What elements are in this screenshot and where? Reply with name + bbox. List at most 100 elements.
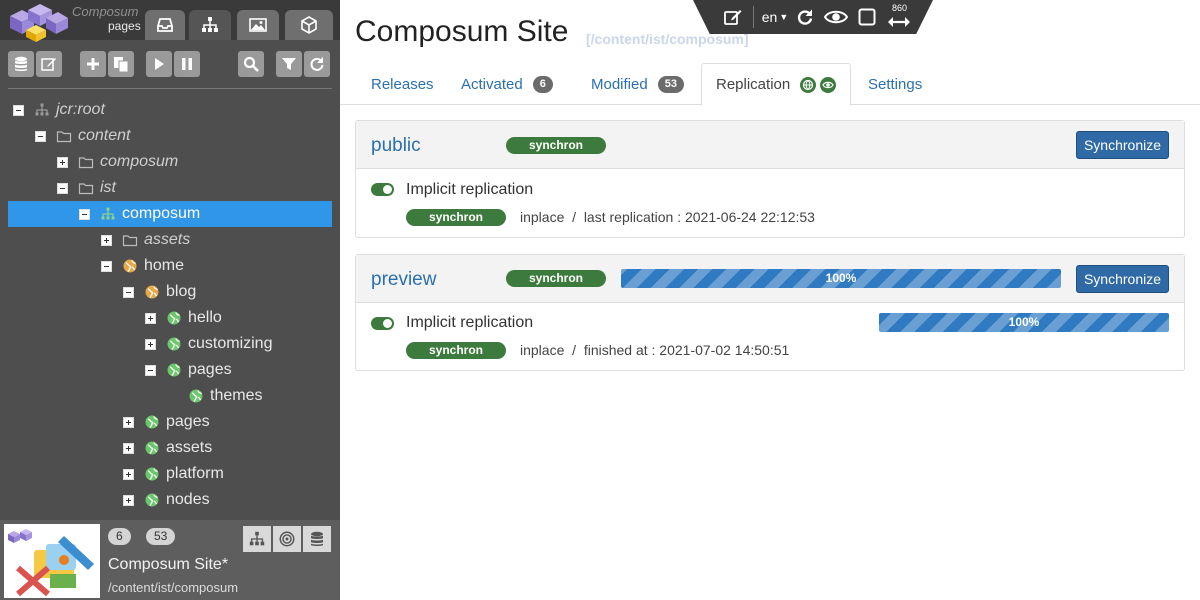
implicit-progress-bar: 100% xyxy=(879,313,1169,332)
tab-activated[interactable]: Activated 6 xyxy=(461,63,553,105)
resize-horizontal-icon xyxy=(888,17,910,27)
tab-favorites[interactable] xyxy=(145,10,185,40)
globe-icon xyxy=(122,258,138,274)
expand-icon[interactable] xyxy=(101,234,112,246)
cube-icon xyxy=(301,16,317,34)
modified-count-badge: 53 xyxy=(146,528,176,545)
sidebar-footer: 6 53 Composum Site* /content/ist/composu… xyxy=(0,520,340,600)
expand-icon[interactable] xyxy=(123,442,134,454)
footer-target-button[interactable] xyxy=(273,526,301,552)
tree-node[interactable]: composum xyxy=(8,201,332,227)
search-button[interactable] xyxy=(238,51,264,77)
stage-name: preview xyxy=(371,269,437,290)
collapse-icon[interactable] xyxy=(79,208,90,220)
tree-node[interactable]: pages xyxy=(145,357,232,383)
globe-icon xyxy=(144,414,160,430)
implicit-status-badge: synchron xyxy=(406,209,506,226)
inbox-icon xyxy=(157,18,173,32)
replication-info: inplace / last replication : 2021-06-24 … xyxy=(520,209,815,225)
language-value: en xyxy=(761,9,778,25)
tab-releases[interactable]: Releases xyxy=(371,63,434,105)
edit-icon xyxy=(41,58,56,71)
viewport-width-button[interactable] xyxy=(887,12,911,32)
collapse-icon[interactable] xyxy=(123,286,134,298)
image-icon xyxy=(249,18,267,32)
tab-settings[interactable]: Settings xyxy=(868,63,922,105)
activated-count-badge: 6 xyxy=(108,528,131,545)
expand-icon[interactable] xyxy=(123,416,134,428)
edit-mode-button[interactable] xyxy=(722,7,744,27)
folder-icon xyxy=(78,180,94,196)
tree-node[interactable]: assets xyxy=(123,435,212,461)
database-icon xyxy=(15,56,27,71)
collapse-icon[interactable] xyxy=(13,104,24,116)
tab-images[interactable] xyxy=(237,10,279,40)
footer-tree-button[interactable] xyxy=(243,526,271,552)
replication-info: inplace / finished at : 2021-07-02 14:50… xyxy=(520,342,790,358)
reload-button[interactable] xyxy=(794,7,816,27)
frame-button[interactable] xyxy=(857,7,877,27)
pause-button[interactable] xyxy=(174,51,200,77)
tree-node[interactable]: hello xyxy=(145,305,222,331)
globe-icon xyxy=(166,362,182,378)
stage-name: public xyxy=(371,135,421,156)
tree-node[interactable]: customizing xyxy=(145,331,272,357)
expand-icon[interactable] xyxy=(57,156,68,168)
refresh-tree-button[interactable] xyxy=(304,51,330,77)
expand-icon[interactable] xyxy=(123,468,134,480)
implicit-replication-toggle[interactable] xyxy=(371,183,394,196)
plus-icon xyxy=(87,58,99,70)
tree-node[interactable]: nodes xyxy=(123,487,210,513)
tree-node[interactable]: pages xyxy=(123,409,210,435)
tree-node[interactable]: content xyxy=(35,123,130,149)
pause-icon xyxy=(182,58,192,70)
synchronize-button[interactable]: Synchronize xyxy=(1076,265,1169,293)
copy-icon xyxy=(114,57,129,73)
site-title[interactable]: Composum Site* xyxy=(108,556,228,574)
footer-database-button[interactable] xyxy=(303,526,331,552)
tree-node[interactable]: platform xyxy=(123,461,224,487)
play-button[interactable] xyxy=(146,51,172,77)
tab-modified[interactable]: Modified 53 xyxy=(591,63,684,105)
filter-button[interactable] xyxy=(276,51,302,77)
tree-node[interactable]: assets xyxy=(101,227,190,253)
add-button[interactable] xyxy=(80,51,106,77)
tree-node[interactable]: home xyxy=(101,253,184,279)
expand-icon[interactable] xyxy=(145,338,156,350)
tab-components[interactable] xyxy=(285,10,333,40)
expand-icon[interactable] xyxy=(145,312,156,324)
tree-node[interactable]: ist xyxy=(57,175,116,201)
language-select[interactable]: en ▼ xyxy=(761,7,789,27)
tree-node[interactable]: jcr:root xyxy=(13,97,105,123)
sitemap-icon xyxy=(249,531,265,546)
composum-logo-icon xyxy=(10,4,68,42)
synchronize-button[interactable]: Synchronize xyxy=(1076,131,1169,159)
status-badge: synchron xyxy=(506,137,606,154)
tree-node[interactable]: themes xyxy=(167,383,262,409)
database-button[interactable] xyxy=(8,51,34,77)
copy-button[interactable] xyxy=(108,51,134,77)
search-icon xyxy=(243,56,259,72)
tree-node-label: assets xyxy=(166,439,213,456)
tab-label: Modified xyxy=(591,75,648,93)
sidebar-header: Composum pages xyxy=(0,0,340,42)
collapse-icon[interactable] xyxy=(145,364,156,376)
preview-button[interactable] xyxy=(823,7,849,27)
square-icon xyxy=(858,8,876,26)
toolbar-divider xyxy=(753,6,754,28)
expand-icon[interactable] xyxy=(123,494,134,506)
collapse-icon[interactable] xyxy=(35,130,46,142)
collapse-icon[interactable] xyxy=(57,182,68,194)
tab-tree[interactable] xyxy=(189,10,231,40)
tree-node[interactable]: blog xyxy=(123,279,196,305)
sitemap-icon xyxy=(202,17,218,32)
sitemap-icon xyxy=(34,102,50,118)
play-icon xyxy=(155,58,164,70)
main-content: Composum Site [/content/ist/composum] Re… xyxy=(340,0,1200,600)
stage-panel-preview: preview synchron 100% Synchronize Implic… xyxy=(355,254,1185,371)
tab-replication[interactable]: Replication xyxy=(701,63,852,106)
edit-button[interactable] xyxy=(36,51,62,77)
collapse-icon[interactable] xyxy=(101,260,112,272)
implicit-replication-toggle[interactable] xyxy=(371,317,394,330)
tree-node[interactable]: composum xyxy=(57,149,178,175)
